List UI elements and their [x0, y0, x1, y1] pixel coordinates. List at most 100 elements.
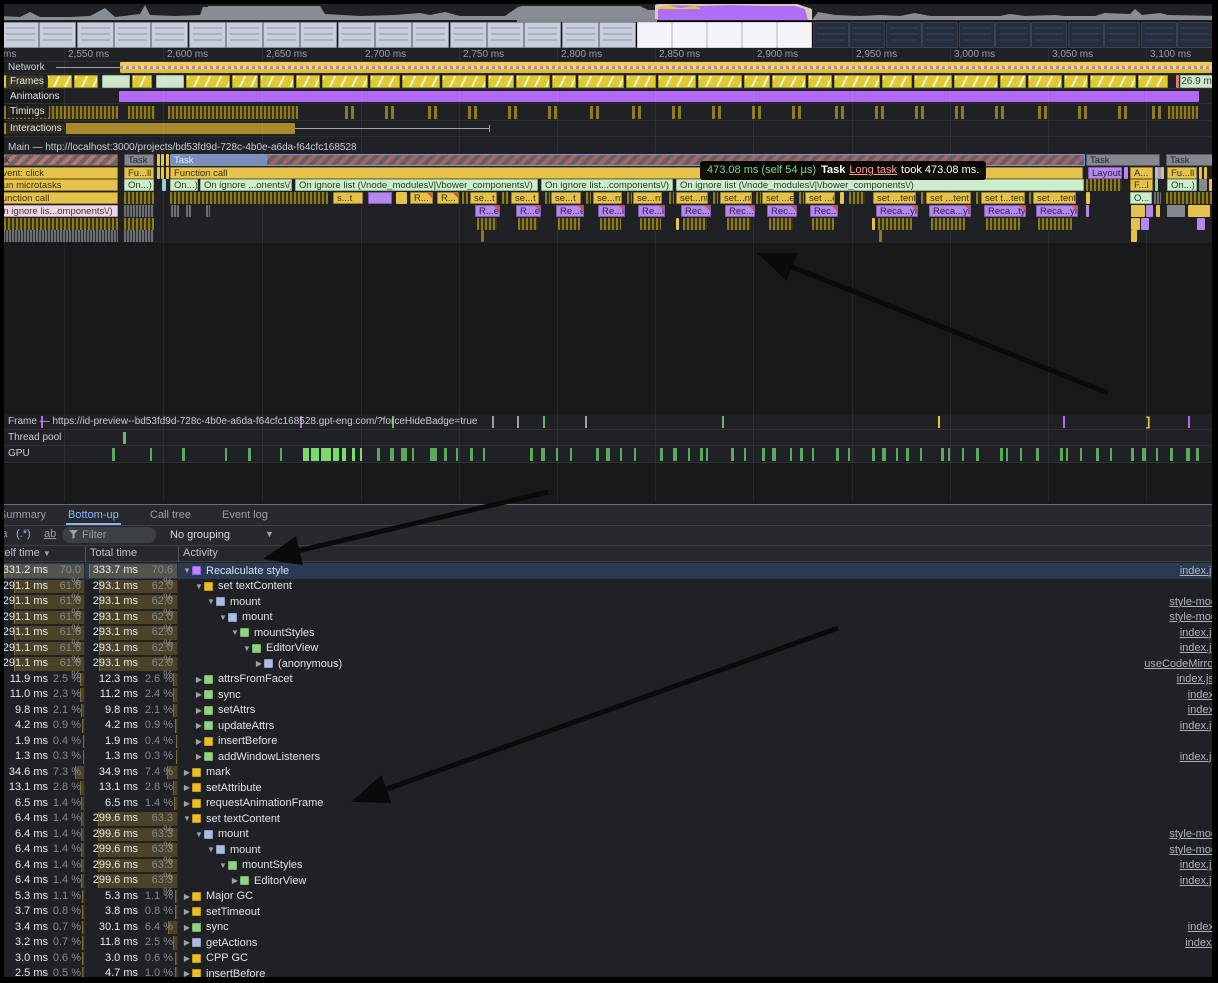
flame-tick[interactable] [812, 218, 834, 230]
flame-bar[interactable]: A... [1130, 167, 1153, 179]
flame-bar[interactable]: set ...ent [805, 192, 835, 204]
flame-bar[interactable]: Fu...ll [124, 167, 154, 179]
flame-tick[interactable] [396, 192, 407, 204]
flame-bar[interactable]: On ignore lis...omponents\/) [0, 205, 118, 217]
flame-bar[interactable]: se...t [470, 192, 497, 204]
flame-tick[interactable] [640, 218, 661, 230]
flame-bar[interactable]: Function call [0, 192, 118, 204]
main-thread-label[interactable]: Main — http://localhost:3000/projects/bd… [8, 142, 357, 153]
flame-bar[interactable]: Re...e [556, 205, 584, 217]
flame-bar[interactable]: se...t [551, 192, 581, 204]
flame-bar[interactable]: set...nt [676, 192, 708, 204]
long-task-link[interactable]: Long task [849, 164, 897, 176]
panel-splitter[interactable] [0, 504, 1218, 505]
flame-tick[interactable] [518, 218, 538, 230]
flame-tick[interactable] [849, 192, 865, 204]
flame-bar[interactable]: On ignore list...components\/) [541, 179, 673, 191]
flame-bar[interactable]: set...nt [720, 192, 752, 204]
flame-tick [462, 192, 468, 204]
flame-bar[interactable]: O... [1130, 192, 1152, 204]
flame-tick[interactable] [1166, 192, 1218, 204]
flame-bar[interactable]: On...) [124, 179, 154, 191]
flame-bar[interactable]: Re...le [598, 205, 625, 217]
flame-tick[interactable] [124, 205, 154, 217]
flame-bar[interactable]: Rec...yle [810, 205, 838, 217]
flame-bar[interactable]: R...e [516, 205, 541, 217]
flame-bar[interactable]: R...e [475, 205, 500, 217]
flame-tick [171, 205, 179, 217]
flame-bar[interactable]: set ...tent [926, 192, 971, 204]
flame-tick[interactable] [931, 218, 965, 230]
flame-tick[interactable] [878, 218, 912, 230]
flame-tick[interactable] [1167, 205, 1185, 217]
flame-tick[interactable] [769, 218, 793, 230]
flame-bar[interactable]: Layout [1088, 167, 1122, 179]
flame-bar[interactable]: Task [0, 154, 118, 166]
tooltip-duration: 473.08 ms (self 54 µs) [707, 164, 816, 176]
flame-tick[interactable] [0, 230, 118, 242]
flame-bar[interactable]: set ...tent [873, 192, 916, 204]
flame-tick[interactable] [124, 230, 154, 242]
flame-tick[interactable] [1086, 179, 1122, 191]
flame-tick [186, 205, 191, 217]
flame-tick [1155, 179, 1158, 191]
flame-bar[interactable]: F...l [1130, 179, 1153, 191]
flame-tick[interactable] [0, 218, 118, 230]
flame-bar[interactable]: Fu...ll [1167, 167, 1197, 179]
flame-tick[interactable] [477, 218, 497, 230]
flame-tick[interactable] [1131, 205, 1145, 217]
flame-bar[interactable]: Reca...yle [1036, 205, 1078, 217]
flame-tick[interactable] [986, 218, 1020, 230]
frame-section-label[interactable]: Frame — https://id-preview--bd53fd9d-728… [8, 416, 477, 427]
flame-bar[interactable]: R... [410, 192, 433, 204]
flame-bar[interactable]: se...nt [593, 192, 622, 204]
flame-bar[interactable]: Rec...yle [767, 205, 797, 217]
flame-bar[interactable]: se...nt [633, 192, 662, 204]
flame-tick [1131, 230, 1137, 242]
flame-bar[interactable]: s...t [333, 192, 363, 204]
animations-track-label: Animations [6, 90, 63, 103]
flame-tick[interactable] [124, 192, 154, 204]
flame-tick[interactable] [1188, 205, 1210, 217]
flame-tick [1199, 179, 1207, 191]
flame-tick[interactable] [1038, 218, 1072, 230]
flame-bar[interactable]: Task [1086, 154, 1160, 166]
flame-tick[interactable] [727, 218, 751, 230]
flame-bar[interactable]: Re...le [638, 205, 665, 217]
flame-bar[interactable]: Reca...yle [876, 205, 918, 217]
flame-bar[interactable]: Event: click [0, 167, 118, 179]
flame-bar[interactable]: set ...tent [1033, 192, 1076, 204]
flame-bar[interactable]: On ignore list (\/node_modules\/|\/bower… [676, 179, 1084, 191]
flame-bar[interactable]: Rec...le [725, 205, 755, 217]
flame-tick[interactable] [600, 218, 621, 230]
flame-tick[interactable] [124, 218, 154, 230]
flame-tick[interactable] [558, 218, 580, 230]
threadpool-track-label: Thread pool [8, 432, 61, 443]
flame-bar[interactable]: Task [1166, 154, 1218, 166]
flame-tick[interactable] [368, 192, 392, 204]
flame-tick [713, 192, 718, 204]
flame-bar[interactable]: R... [437, 192, 459, 204]
flame-bar[interactable]: On ignore list (\/node_modules\/|\/bower… [295, 179, 538, 191]
flame-tick[interactable] [683, 218, 707, 230]
flame-tick [1086, 192, 1090, 204]
flame-tick [1141, 218, 1149, 230]
flame-tick [1124, 167, 1128, 179]
flame-bar[interactable]: Task [124, 154, 154, 166]
flame-tick[interactable] [170, 192, 328, 204]
overview-selection-grip[interactable] [517, 19, 657, 22]
flame-bar[interactable]: se...t [511, 192, 539, 204]
flame-tick [1146, 205, 1153, 217]
flame-bar[interactable]: set t...tent [981, 192, 1025, 204]
flame-bar[interactable]: Reca...yle [929, 205, 971, 217]
flame-tick [1131, 218, 1140, 230]
flame-bar[interactable]: On...) [170, 179, 198, 191]
flame-bar[interactable]: Reca...tyle [984, 205, 1026, 217]
flame-bar[interactable]: set ...ent [762, 192, 794, 204]
frames-track-label: Frames [6, 75, 48, 88]
flame-tick [161, 154, 164, 166]
flame-bar[interactable]: Rec...le [681, 205, 711, 217]
flame-bar[interactable]: On...) [1167, 179, 1197, 191]
flame-bar[interactable]: On ignore ...onents\/) [200, 179, 292, 191]
flame-bar[interactable]: Run microtasks [0, 179, 118, 191]
